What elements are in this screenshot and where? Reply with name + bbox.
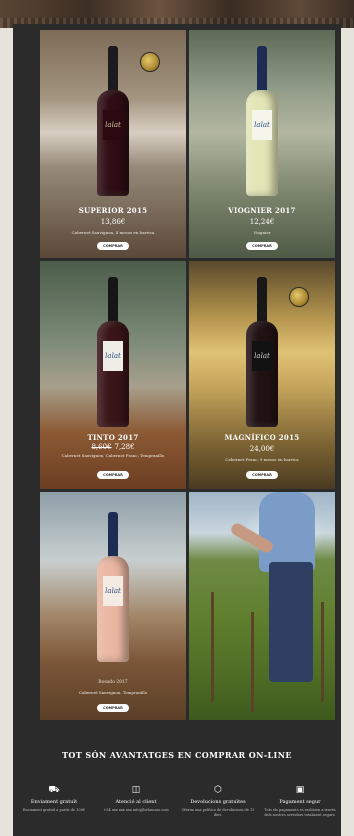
product-name[interactable]: MAGNÍFICO 2015 [189, 433, 335, 442]
product-description: Cabernet Franc, 9 mesos en barrica [225, 457, 299, 462]
product-name[interactable]: TINTO 2017 [40, 433, 186, 442]
wine-bottle-image: lalat [97, 277, 129, 427]
product-name[interactable]: Rosado 2017 [50, 680, 176, 685]
person-shirt [259, 492, 315, 572]
advantage-free-returns: ⬡ Devolucions gratuïtes Oferim una polít… [177, 784, 259, 818]
bottle-label: lalat [252, 341, 272, 371]
wine-bottle-image: lalat [97, 512, 129, 662]
product-name[interactable]: SUPERIOR 2015 [40, 206, 186, 215]
buy-button[interactable]: COMPRAR [97, 704, 129, 712]
wine-bottle-image: lalat [97, 46, 129, 196]
advantage-desc: Tots els pagaments es realitzen a través… [264, 808, 336, 817]
price-current: 24,00€ [249, 445, 275, 453]
price-current: 7,28€ [114, 443, 135, 451]
product-card-rosado[interactable]: lalat Rosado 2017 Cabernet Sauvignon, Te… [40, 492, 186, 720]
wine-bottle-image: lalat [246, 277, 278, 427]
product-description: Cabernet Sauvignon, 4 mesos en barrica [71, 230, 155, 235]
buy-button[interactable]: COMPRAR [97, 471, 129, 479]
product-price: 8,60€ 7,28€ [40, 443, 186, 451]
bag-icon: ◫ [131, 785, 141, 795]
advantage-free-shipping: ⛟ Enviament gratuït Enviament gratuït a … [13, 784, 95, 813]
vine-trunk [321, 602, 324, 702]
price-old: 8,60€ [91, 443, 112, 451]
vineyard-photo [189, 492, 335, 720]
bottle-label: lalat [103, 110, 123, 140]
lock-icon: ▣ [295, 785, 305, 795]
vine-trunk [211, 592, 214, 702]
product-price: 13,86€ [40, 218, 186, 226]
product-price: 24,00€ [189, 445, 335, 453]
vine-trunk [251, 612, 254, 712]
advantage-title: Atenció al client [115, 799, 157, 805]
product-price: 12,24€ [189, 218, 335, 226]
person-jeans [269, 562, 313, 682]
advantage-customer-service: ◫ Atenció al client +34 xxx xxx xxx info… [95, 784, 177, 813]
advantage-desc: +34 xxx xxx xxx info@lerlamars.com [103, 808, 169, 812]
bottle-label: lalat [252, 110, 272, 140]
product-name[interactable]: VIOGNIER 2017 [189, 206, 335, 215]
advantage-title: Pagament segur [279, 799, 321, 805]
wine-bottle-image: lalat [246, 46, 278, 196]
award-medal-icon [140, 52, 160, 72]
box-icon: ⬡ [214, 785, 222, 795]
product-card-tinto[interactable]: lalat TINTO 2017 8,60€ 7,28€ Cabernet Sau… [40, 261, 186, 489]
advantage-title: Enviament gratuït [30, 799, 78, 805]
truck-icon: ⛟ [48, 785, 60, 795]
advantage-desc: Oferim una política de devolucions de 15… [181, 808, 255, 817]
buy-button[interactable]: COMPRAR [97, 242, 129, 250]
product-card-viognier[interactable]: lalat VIOGNIER 2017 12,24€ Viognier COMP… [189, 30, 335, 258]
award-medal-icon [289, 287, 309, 307]
advantages-title: TOT SÓN AVANTATGES EN COMPRAR ON-LINE [62, 750, 292, 760]
price-current: 13,86€ [100, 218, 126, 226]
product-description: Cabernet Sauvignon, Tempranillo [78, 690, 148, 695]
product-card-superior[interactable]: lalat SUPERIOR 2015 13,86€ Cabernet Sauv… [40, 30, 186, 258]
advantage-title: Devolucions gratuïtes [190, 799, 246, 805]
product-description: Cabernet Sauvignon, Cabernet Franc, Temp… [61, 453, 165, 458]
bottle-label: lalat [103, 341, 123, 371]
advantage-desc: Enviament gratuït a partir de 100€ [22, 808, 86, 812]
bottle-label: lalat [103, 576, 123, 606]
advantage-secure-payment: ▣ Pagament segur Tots els pagaments es r… [259, 784, 341, 818]
product-section: lalat SUPERIOR 2015 13,86€ Cabernet Sauv… [13, 24, 341, 836]
price-current: 12,24€ [249, 218, 275, 226]
product-card-magnifico[interactable]: lalat MAGNÍFICO 2015 24,00€ Cabernet Fra… [189, 261, 335, 489]
buy-button[interactable]: COMPRAR [246, 242, 278, 250]
buy-button[interactable]: COMPRAR [246, 471, 278, 479]
product-description: Viognier [253, 230, 271, 235]
